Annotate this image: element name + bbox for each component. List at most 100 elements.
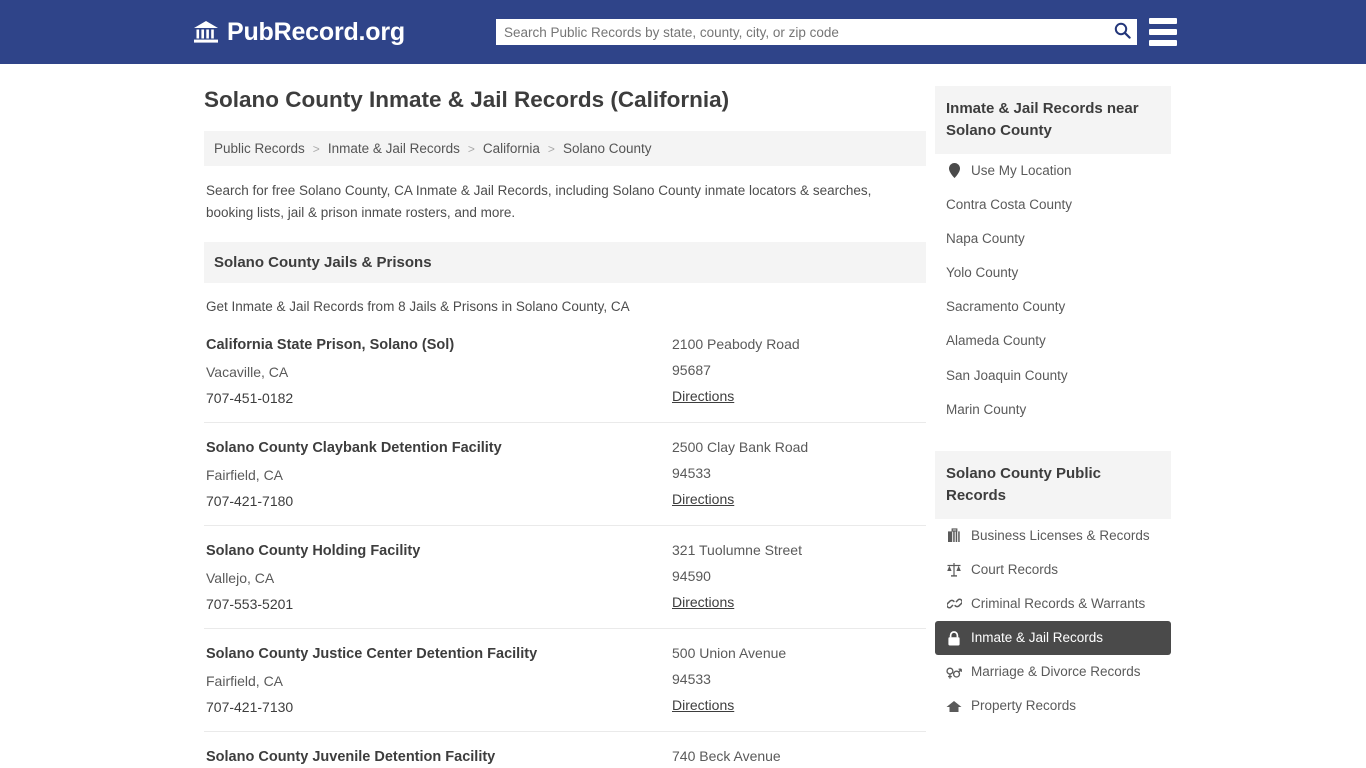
directions-link[interactable]: Directions xyxy=(672,388,734,404)
sidebar-item-inmate-jail-records[interactable]: Inmate & Jail Records xyxy=(935,621,1171,656)
sidebar-header-public-records: Solano County Public Records xyxy=(935,451,1171,519)
facility-street: 2500 Clay Bank Road xyxy=(672,438,809,455)
table-row: Solano County Holding Facility Vallejo, … xyxy=(204,526,926,630)
facility-city: Fairfield, CA xyxy=(206,466,284,483)
facility-name: Solano County Claybank Detention Facilit… xyxy=(206,439,502,456)
facility-address: 321 Tuolumne Street 94590 Directions xyxy=(672,542,926,612)
sidebar-item-label: Contra Costa County xyxy=(946,196,1073,212)
sidebar-item-label: Marin County xyxy=(946,401,1027,417)
bank-icon xyxy=(193,19,219,45)
page-title: Solano County Inmate & Jail Records (Cal… xyxy=(204,87,730,112)
facility-name: Solano County Juvenile Detention Facilit… xyxy=(206,749,496,766)
facility-zip: 94590 xyxy=(672,567,711,584)
sidebar-item-label: Marriage & Divorce Records xyxy=(971,664,1141,680)
map-pin-icon xyxy=(946,163,962,179)
sidebar-item-san-joaquin-county[interactable]: San Joaquin County xyxy=(935,359,1171,393)
facility-city: Vacaville, CA xyxy=(206,363,289,380)
sidebar-item-label: Use My Location xyxy=(971,162,1072,178)
facility-phone: 707-451-0182 xyxy=(206,389,294,406)
section-subtitle: Get Inmate & Jail Records from 8 Jails &… xyxy=(206,298,630,314)
sidebar-item-criminal-records[interactable]: Criminal Records & Warrants xyxy=(935,587,1171,621)
search-icon xyxy=(1114,22,1131,42)
breadcrumb-separator: > xyxy=(467,141,475,156)
table-row: Solano County Justice Center Detention F… xyxy=(204,629,926,733)
hamburger-menu-icon[interactable] xyxy=(1149,18,1177,46)
sidebar-item-sacramento-county[interactable]: Sacramento County xyxy=(935,290,1171,324)
facility-address: 2100 Peabody Road 95687 Directions xyxy=(672,336,926,406)
table-row: Solano County Juvenile Detention Facilit… xyxy=(204,732,926,768)
breadcrumb-separator: > xyxy=(547,141,555,156)
facility-address: 500 Union Avenue 94533 Directions xyxy=(672,645,926,715)
page-body: Solano County Inmate & Jail Records (Cal… xyxy=(0,64,1366,768)
sidebar-item-marriage-divorce-records[interactable]: Marriage & Divorce Records xyxy=(935,655,1171,689)
facility-info: Solano County Juvenile Detention Facilit… xyxy=(206,748,672,768)
facility-street: 500 Union Avenue xyxy=(672,645,787,662)
facility-name: California State Prison, Solano (Sol) xyxy=(206,336,455,353)
site-header: PubRecord.org xyxy=(0,0,1366,64)
directions-link[interactable]: Directions xyxy=(672,594,734,610)
sidebar-item-label: Criminal Records & Warrants xyxy=(971,595,1146,611)
brand-logo-link[interactable]: PubRecord.org xyxy=(193,19,405,45)
breadcrumb: Public Records > Inmate & Jail Records >… xyxy=(204,131,926,166)
facility-phone: 707-421-7130 xyxy=(206,699,294,716)
sidebar-public-records-list: Business Licenses & Records Court Record… xyxy=(935,519,1171,724)
hamburger-bar-2 xyxy=(1149,29,1177,35)
facility-info: California State Prison, Solano (Sol) Va… xyxy=(206,336,672,406)
sidebar-item-label: Inmate & Jail Records xyxy=(971,630,1104,646)
facility-list: California State Prison, Solano (Sol) Va… xyxy=(204,320,926,768)
facility-city: Vallejo, CA xyxy=(206,570,275,587)
sidebar-item-label: Yolo County xyxy=(946,265,1019,281)
hamburger-bar-1 xyxy=(1149,18,1177,24)
sidebar-public-records-block: Solano County Public Records Business Li… xyxy=(935,451,1171,724)
facility-street: 2100 Peabody Road xyxy=(672,335,800,352)
facility-address: 2500 Clay Bank Road 94533 Directions xyxy=(672,439,926,509)
breadcrumb-item-solano-county[interactable]: Solano County xyxy=(563,141,652,156)
directions-link[interactable]: Directions xyxy=(672,491,734,507)
sidebar-item-property-records[interactable]: Property Records xyxy=(935,689,1171,723)
sidebar-item-label: Napa County xyxy=(946,230,1025,246)
facility-zip: 95687 xyxy=(672,361,711,378)
facility-phone: 707-553-5201 xyxy=(206,596,294,613)
brand-name: PubRecord.org xyxy=(227,17,405,46)
table-row: Solano County Claybank Detention Facilit… xyxy=(204,423,926,526)
facility-name: Solano County Holding Facility xyxy=(206,542,421,559)
sidebar-item-yolo-county[interactable]: Yolo County xyxy=(935,256,1171,290)
sidebar: Inmate & Jail Records near Solano County… xyxy=(935,64,1171,768)
sidebar-item-label: San Joaquin County xyxy=(946,367,1068,383)
table-row: California State Prison, Solano (Sol) Va… xyxy=(204,320,926,423)
breadcrumb-item-california[interactable]: California xyxy=(483,141,540,156)
sidebar-nearby-list: Use My Location Contra Costa County Napa… xyxy=(935,154,1171,428)
section-header-jails-prisons: Solano County Jails & Prisons xyxy=(204,241,926,283)
sidebar-item-court-records[interactable]: Court Records xyxy=(935,553,1171,587)
facility-info: Solano County Holding Facility Vallejo, … xyxy=(206,542,672,612)
sidebar-item-napa-county[interactable]: Napa County xyxy=(935,222,1171,256)
briefcase-icon xyxy=(946,528,962,544)
sidebar-item-label: Sacramento County xyxy=(946,299,1066,315)
sidebar-item-use-my-location[interactable]: Use My Location xyxy=(935,154,1171,188)
sidebar-item-contra-costa-county[interactable]: Contra Costa County xyxy=(935,188,1171,222)
intro-description: Search for free Solano County, CA Inmate… xyxy=(206,183,872,220)
sidebar-item-alameda-county[interactable]: Alameda County xyxy=(935,324,1171,358)
facility-info: Solano County Claybank Detention Facilit… xyxy=(206,439,672,509)
sidebar-item-business-licenses[interactable]: Business Licenses & Records xyxy=(935,519,1171,553)
facility-city: Fairfield, CA xyxy=(206,673,284,690)
sidebar-item-label: Alameda County xyxy=(946,333,1046,349)
main-content: Solano County Inmate & Jail Records (Cal… xyxy=(204,64,934,768)
sidebar-item-label: Court Records xyxy=(971,561,1059,577)
search-bar[interactable] xyxy=(496,19,1137,45)
directions-link[interactable]: Directions xyxy=(672,697,734,713)
sidebar-item-marin-county[interactable]: Marin County xyxy=(935,393,1171,427)
search-button[interactable] xyxy=(1107,19,1137,45)
hamburger-bar-3 xyxy=(1149,40,1177,46)
search-input[interactable] xyxy=(496,19,1107,45)
sidebar-header-nearby: Inmate & Jail Records near Solano County xyxy=(935,86,1171,154)
chain-link-icon xyxy=(946,596,962,612)
house-icon xyxy=(946,699,962,715)
breadcrumb-item-public-records[interactable]: Public Records xyxy=(214,141,305,156)
lock-icon xyxy=(946,630,962,646)
sidebar-item-label: Business Licenses & Records xyxy=(971,527,1150,543)
facility-info: Solano County Justice Center Detention F… xyxy=(206,645,672,715)
gender-symbols-icon xyxy=(946,664,962,680)
facility-phone: 707-421-7180 xyxy=(206,492,294,509)
breadcrumb-item-inmate-jail-records[interactable]: Inmate & Jail Records xyxy=(328,141,460,156)
